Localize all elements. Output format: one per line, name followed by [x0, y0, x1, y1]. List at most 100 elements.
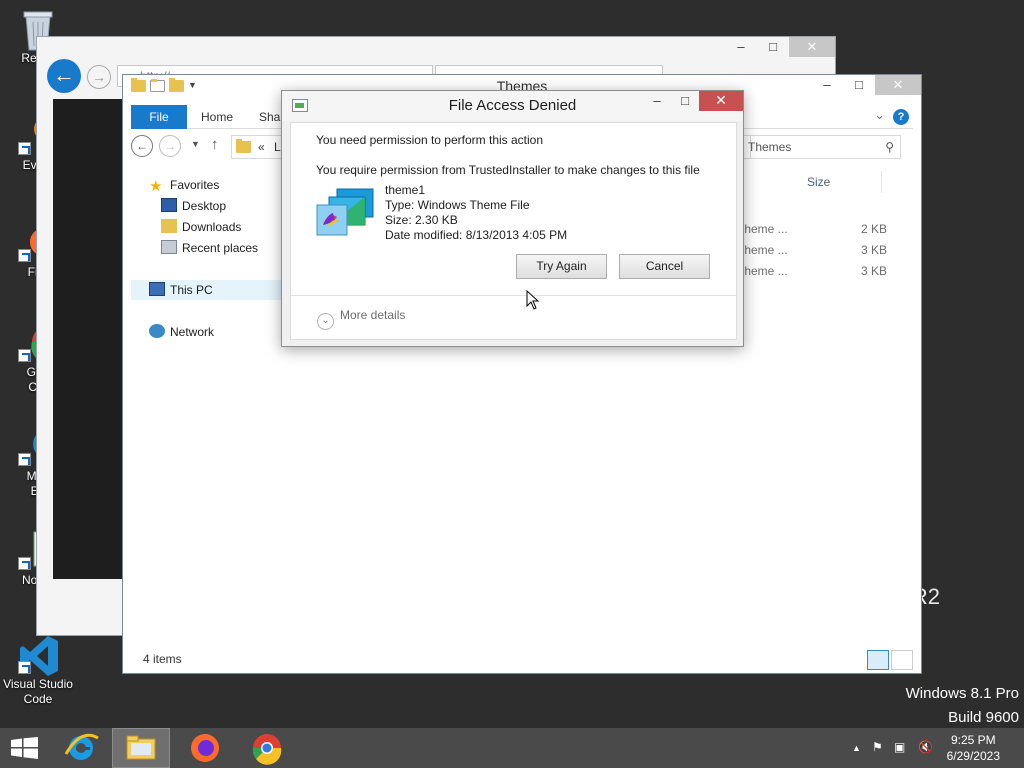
- file-row[interactable]: Theme ... 3 KB: [737, 261, 887, 282]
- search-icon: ⚲: [885, 140, 894, 154]
- try-again-button[interactable]: Try Again: [516, 254, 607, 279]
- taskbar-internet-explorer[interactable]: [52, 728, 110, 768]
- maximize-button[interactable]: □: [671, 91, 699, 111]
- file-size-info: Size: 2.30 KB: [385, 213, 458, 227]
- os-watermark-edition: Windows 8.1 Pro: [905, 685, 1019, 702]
- nav-item-network[interactable]: Network: [149, 322, 214, 342]
- file-date-modified: Date modified: 8/13/2013 4:05 PM: [385, 228, 568, 242]
- file-row[interactable]: Theme ... 2 KB: [737, 219, 887, 240]
- shortcut-arrow-icon: [18, 249, 31, 262]
- nav-item-desktop[interactable]: Desktop: [161, 196, 226, 216]
- firefox-icon: [191, 734, 219, 762]
- nav-label: Desktop: [182, 199, 227, 213]
- column-separator[interactable]: [881, 171, 882, 193]
- minimize-button[interactable]: –: [725, 37, 757, 57]
- more-details-toggle[interactable]: ⌄ More details: [317, 306, 405, 330]
- ie-caption-buttons: – □ ✕: [725, 37, 835, 57]
- file-access-denied-dialog[interactable]: File Access Denied – □ ✕ You need permis…: [281, 90, 744, 347]
- system-tray: ▲ ⚑ ▣ 🔇 9:25 PM 6/29/2023: [844, 728, 1024, 768]
- nav-label: Favorites: [170, 178, 220, 192]
- folder-icon: [236, 139, 251, 153]
- file-type-info: Type: Windows Theme File: [385, 198, 530, 212]
- clock-time: 9:25 PM: [950, 733, 996, 747]
- search-box[interactable]: Themes ⚲: [741, 135, 901, 159]
- nav-label: Recent places: [182, 241, 259, 255]
- cancel-button[interactable]: Cancel: [619, 254, 710, 279]
- chevron-down-icon: ⌄: [317, 313, 334, 330]
- divider: [291, 295, 736, 296]
- clock-date: 6/29/2023: [946, 749, 1000, 763]
- nav-label: Downloads: [182, 220, 242, 234]
- minimize-button[interactable]: –: [643, 91, 671, 111]
- vscode-icon: [18, 634, 58, 676]
- large-icons-view-icon[interactable]: [891, 650, 913, 670]
- file-row[interactable]: Theme ... 3 KB: [737, 240, 887, 261]
- search-placeholder: Themes: [748, 140, 792, 154]
- help-icon[interactable]: ?: [893, 109, 909, 125]
- chevron-down-icon[interactable]: ⌄: [874, 107, 885, 123]
- address-text: L: [274, 140, 281, 154]
- taskbar: ▲ ⚑ ▣ 🔇 9:25 PM 6/29/2023: [0, 728, 1024, 768]
- ribbon-tab-home[interactable]: Home: [201, 105, 233, 129]
- taskbar-chrome[interactable]: [238, 728, 296, 768]
- theme-file-icon: [315, 187, 377, 239]
- up-button[interactable]: ↑: [211, 136, 219, 153]
- network-icon[interactable]: ▣: [894, 740, 905, 754]
- file-type: Theme ...: [737, 243, 788, 257]
- item-count: 4 items: [143, 652, 182, 666]
- more-details-label: More details: [340, 308, 406, 322]
- nav-item-recent-places[interactable]: Recent places: [161, 238, 258, 258]
- nav-item-this-pc[interactable]: This PC: [131, 280, 291, 300]
- shortcut-arrow-icon: [18, 661, 31, 674]
- volume-muted-icon[interactable]: 🔇: [918, 740, 933, 754]
- desktop-icon-visual-studio-code[interactable]: Visual Studio Code: [0, 634, 76, 707]
- clock[interactable]: 9:25 PM 6/29/2023: [947, 732, 1000, 764]
- desktop-folder-icon: [161, 198, 177, 212]
- ie-page-content: [53, 99, 123, 579]
- ie-back-button[interactable]: ←: [47, 59, 81, 93]
- file-explorer-icon: [126, 735, 156, 760]
- internet-explorer-icon: [64, 733, 99, 760]
- close-button[interactable]: ✕: [789, 37, 835, 57]
- nav-item-favorites[interactable]: ★ Favorites: [149, 175, 219, 195]
- status-bar: 4 items: [123, 643, 921, 673]
- show-hidden-icons-icon[interactable]: ▲: [852, 743, 861, 753]
- nav-item-downloads[interactable]: Downloads: [161, 217, 241, 237]
- shortcut-arrow-icon: [18, 349, 31, 362]
- permission-heading: You need permission to perform this acti…: [316, 133, 544, 147]
- os-watermark-build: Build 9600: [948, 709, 1019, 726]
- close-button[interactable]: ✕: [699, 91, 743, 111]
- star-icon: ★: [149, 178, 163, 195]
- ie-forward-button[interactable]: →: [87, 65, 111, 89]
- back-button[interactable]: ←: [131, 135, 153, 157]
- details-view-icon[interactable]: [867, 650, 889, 670]
- windows-logo-icon: [11, 737, 38, 759]
- shortcut-arrow-icon: [18, 557, 31, 570]
- maximize-button[interactable]: □: [843, 75, 875, 95]
- taskbar-file-explorer[interactable]: [112, 728, 170, 768]
- column-header-size[interactable]: Size: [807, 171, 887, 193]
- close-button[interactable]: ✕: [875, 75, 921, 95]
- dialog-caption-buttons: – □ ✕: [643, 91, 743, 111]
- dialog-titlebar[interactable]: File Access Denied – □ ✕: [282, 91, 743, 121]
- permission-detail: You require permission from TrustedInsta…: [316, 163, 700, 177]
- start-button[interactable]: [10, 737, 39, 759]
- forward-button[interactable]: →: [159, 135, 181, 157]
- nav-label: Network: [170, 325, 215, 339]
- computer-icon: [149, 282, 165, 296]
- file-name: theme1: [385, 183, 426, 197]
- nav-label: This PC: [170, 283, 213, 297]
- dialog-body: You need permission to perform this acti…: [290, 122, 737, 340]
- downloads-folder-icon: [161, 219, 177, 233]
- action-center-flag-icon[interactable]: ⚑: [872, 740, 883, 754]
- ribbon-tab-file[interactable]: File: [131, 105, 187, 129]
- recent-places-icon: [161, 240, 177, 254]
- network-icon: [149, 324, 165, 338]
- file-type: Theme ...: [737, 222, 788, 236]
- minimize-button[interactable]: –: [811, 75, 843, 95]
- mouse-cursor-icon: [526, 289, 540, 310]
- taskbar-firefox[interactable]: [176, 728, 234, 768]
- recent-locations-dropdown[interactable]: ▼: [191, 139, 200, 149]
- desktop-icon-label: Visual Studio Code: [3, 677, 73, 706]
- maximize-button[interactable]: □: [757, 37, 789, 57]
